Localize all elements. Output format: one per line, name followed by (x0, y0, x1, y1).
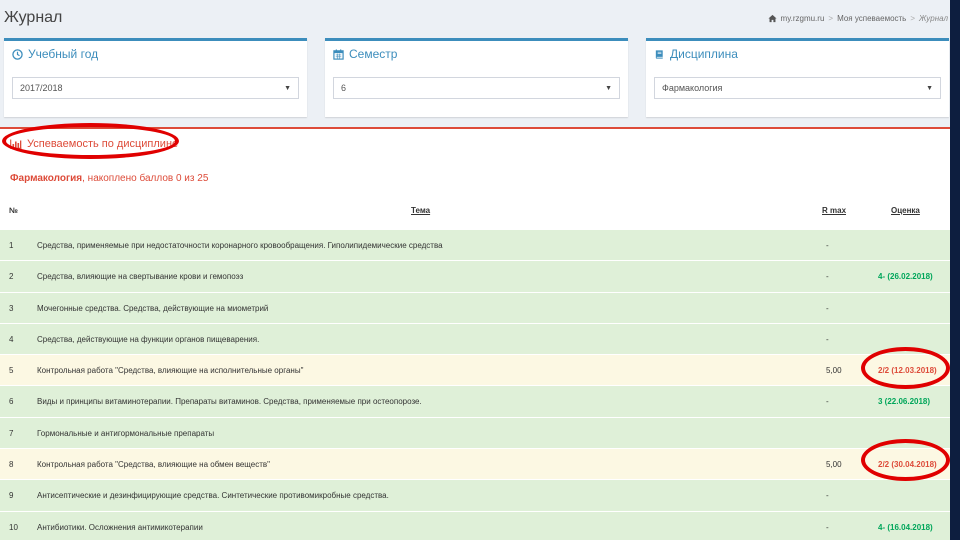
table-row: 9 Антисептические и дезинфицирующие средс… (0, 479, 950, 511)
header-topic[interactable]: Тема (411, 206, 430, 215)
discipline-filter-box: Дисциплина Фармакология ▼ (646, 38, 949, 117)
table-row: 6 Виды и принципы витаминотерапии. Препар… (0, 385, 950, 417)
cell-r-max: 5,00 (826, 366, 842, 376)
cell-r-max: - (826, 241, 829, 250)
page: Журнал my.rzgmu.ru > Моя успеваемость > … (0, 0, 950, 540)
cell-topic: Средства, применяемые при недостаточност… (37, 241, 443, 250)
cell-topic: Антисептические и дезинфицирующие средст… (37, 491, 389, 501)
calendar-icon (333, 48, 344, 60)
semester-filter-box: Семестр 6 ▼ (325, 38, 628, 117)
cell-r-max: - (826, 303, 829, 313)
cell-grade: 4- (26.02.2018) (878, 272, 933, 282)
semester-filter-title: Семестр (333, 47, 397, 61)
cell-topic: Средства, действующие на функции органов… (37, 334, 260, 344)
semester-select-value: 6 (341, 83, 347, 93)
semester-filter-label: Семестр (349, 47, 398, 61)
discipline-select-value: Фармакология (662, 83, 723, 93)
breadcrumb-separator: > (828, 14, 834, 23)
clock-icon (12, 48, 23, 60)
cell-grade: 3 (22.06.2018) (878, 397, 931, 407)
table-row: 7 Гормональные и антигормональные препара… (0, 416, 950, 449)
table-row: 1 Средства, применяемые при недостаточнос… (0, 229, 950, 261)
home-icon (767, 14, 777, 23)
cell-number: 6 (9, 397, 14, 407)
page-title: Журнал (4, 9, 63, 26)
cell-topic: Контрольная работа "Средства, влияющие н… (37, 460, 270, 470)
cell-number: 10 (9, 522, 18, 532)
cell-topic: Мочегонные средства. Средства, действующ… (37, 303, 269, 313)
year-filter-title: Учебный год (12, 47, 98, 61)
breadcrumb-separator: > (910, 14, 916, 23)
cell-number: 4 (9, 334, 14, 344)
cell-r-max: - (826, 491, 829, 501)
cell-topic: Контрольная работа "Средства, влияющие н… (37, 366, 304, 376)
performance-box: Успеваемость по дисциплине Фармакология,… (0, 123, 950, 540)
score-summary: , накоплено баллов 0 из 25 (82, 173, 209, 184)
performance-summary: Фармакология, накоплено баллов 0 из 25 (10, 173, 208, 184)
table-row: 3 Мочегонные средства. Средства, действую… (0, 291, 950, 323)
cell-r-max: - (826, 334, 829, 344)
breadcrumb-home[interactable]: my.rzgmu.ru (781, 14, 825, 23)
discipline-filter-label: Дисциплина (670, 47, 738, 61)
table-row: 8 Контрольная работа "Средства, влияющие … (0, 448, 950, 480)
semester-select[interactable]: 6 ▼ (333, 77, 620, 99)
cell-grade: 4- (16.04.2018) (878, 522, 933, 532)
caret-down-icon: ▼ (926, 85, 933, 92)
header-num: № (9, 206, 18, 215)
table-row: 4 Средства, действующие на функции органо… (0, 322, 950, 355)
content-header: Журнал my.rzgmu.ru > Моя успеваемость > … (0, 0, 950, 36)
table-row: 10 Антибиотики. Осложнения антимикотерапи… (0, 510, 950, 540)
table-header: № Тема R max Оценка (0, 203, 950, 229)
cell-r-max: - (826, 522, 829, 532)
breadcrumb-performance[interactable]: Моя успеваемость (837, 14, 906, 23)
discipline-filter-title: Дисциплина (654, 47, 738, 61)
year-select[interactable]: 2017/2018 ▼ (12, 77, 299, 99)
discipline-name: Фармакология (10, 173, 83, 184)
cell-r-max: - (826, 397, 829, 407)
cell-r-max: - (826, 272, 829, 282)
cell-number: 7 (9, 428, 14, 438)
header-r-max[interactable]: R max (822, 206, 846, 215)
caret-down-icon: ▼ (605, 85, 612, 92)
cell-topic: Средства, влияющие на свертывание крови … (37, 272, 244, 282)
highlight-ellipse (861, 347, 950, 389)
cell-topic: Виды и принципы витаминотерапии. Препара… (37, 397, 422, 407)
breadcrumb-journal: Журнал (919, 14, 948, 23)
highlight-ellipse (861, 439, 950, 481)
table-row: 5 Контрольная работа "Средства, влияющие … (0, 354, 950, 386)
cell-number: 3 (9, 303, 14, 313)
table-row: 2 Средства, влияющие на свертывание крови… (0, 260, 950, 292)
highlight-ellipse (2, 123, 179, 159)
cell-number: 8 (9, 460, 14, 470)
table-body: 1 Средства, применяемые при недостаточнос… (0, 229, 950, 540)
breadcrumb: my.rzgmu.ru > Моя успеваемость > Журнал (767, 14, 948, 23)
book-icon (655, 49, 663, 59)
caret-down-icon: ▼ (284, 85, 291, 92)
cell-r-max: 5,00 (826, 460, 842, 470)
year-filter-label: Учебный год (28, 47, 99, 61)
cell-topic: Антибиотики. Осложнения антимикотерапии (37, 522, 203, 532)
year-select-value: 2017/2018 (20, 83, 63, 93)
discipline-select[interactable]: Фармакология ▼ (654, 77, 941, 99)
cell-number: 9 (9, 491, 14, 501)
cell-number: 1 (9, 241, 14, 250)
cell-topic: Гормональные и антигормональные препарат… (37, 428, 215, 438)
cell-number: 5 (9, 366, 14, 376)
header-grade[interactable]: Оценка (891, 206, 920, 215)
cell-number: 2 (9, 272, 14, 282)
year-filter-box: Учебный год 2017/2018 ▼ (4, 38, 307, 117)
